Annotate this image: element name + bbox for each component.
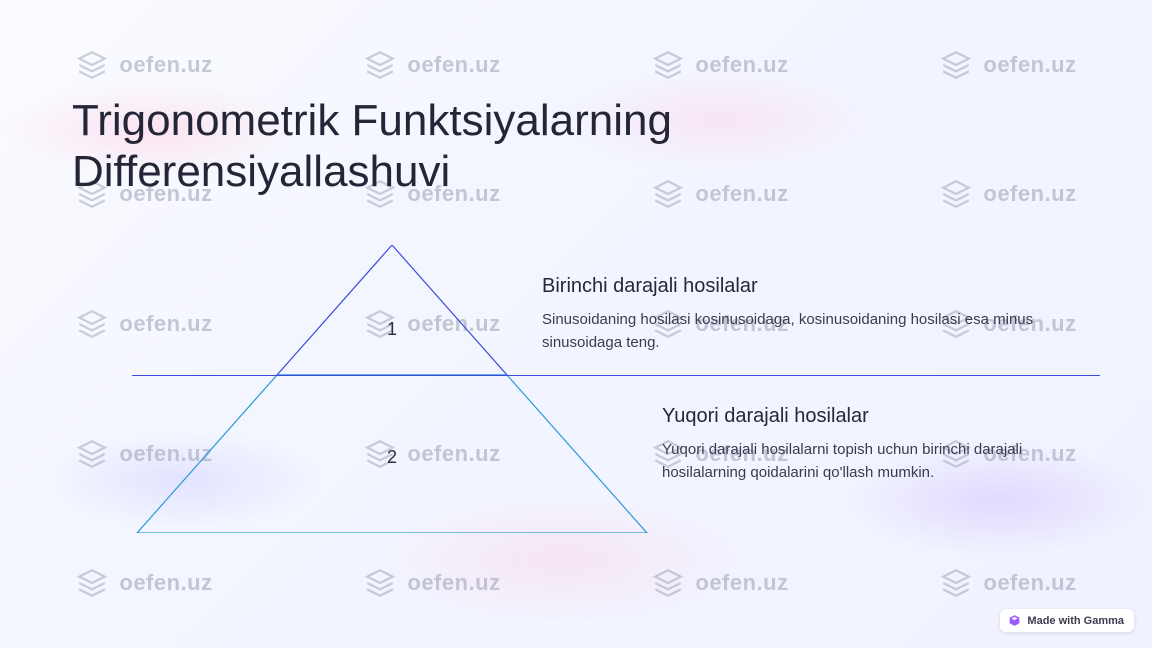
pyramid-tier-2-number: 2 bbox=[387, 447, 397, 467]
tier-1-heading: Birinchi darajali hosilalar bbox=[542, 275, 1060, 298]
gamma-logo-icon bbox=[1008, 614, 1021, 627]
pyramid-divider-line bbox=[132, 375, 1100, 376]
tier-2-heading: Yuqori darajali hosilalar bbox=[662, 405, 1060, 428]
page-title: Trigonometrik Funktsiyalarning Differens… bbox=[72, 96, 852, 197]
badge-label: Made with Gamma bbox=[1027, 615, 1124, 627]
pyramid-tier-1-shape bbox=[277, 245, 507, 375]
tier-2-text: Yuqori darajali hosilalar Yuqori darajal… bbox=[662, 405, 1060, 485]
pyramid-block: 1 2 Birinchi darajali hosilalar Sinusoid… bbox=[72, 245, 1080, 545]
pyramid-tier-1-number: 1 bbox=[387, 319, 397, 339]
made-with-gamma-badge[interactable]: Made with Gamma bbox=[1000, 609, 1134, 632]
tier-2-body: Yuqori darajali hosilalarni topish uchun… bbox=[662, 438, 1060, 485]
slide-content: Trigonometrik Funktsiyalarning Differens… bbox=[0, 0, 1152, 648]
tier-1-text: Birinchi darajali hosilalar Sinusoidanin… bbox=[542, 275, 1060, 355]
tier-1-body: Sinusoidaning hosilasi kosinusoidaga, ko… bbox=[542, 308, 1060, 355]
